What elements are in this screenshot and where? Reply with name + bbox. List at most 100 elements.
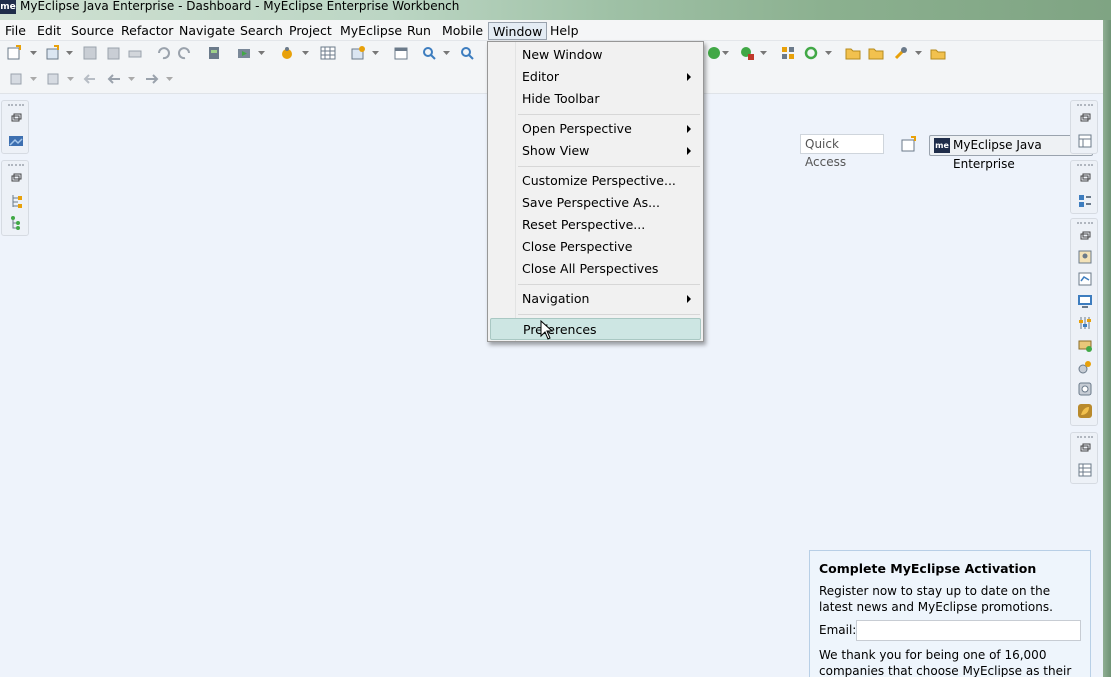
last-edit-icon[interactable] [82,71,98,87]
drag-handle[interactable] [1077,164,1093,166]
restore-icon[interactable] [8,111,24,127]
chevron-down-icon[interactable] [825,51,832,56]
chevron-down-icon[interactable] [258,51,265,56]
menu-item-preferences[interactable]: Preferences [490,318,701,340]
print-icon[interactable] [127,45,143,61]
chevron-down-icon[interactable] [66,51,73,56]
chevron-down-icon[interactable] [372,51,379,56]
chevron-down-icon[interactable] [443,51,450,56]
menu-help[interactable]: Help [546,22,583,40]
drag-handle[interactable] [1077,222,1093,224]
close-icon[interactable] [1071,0,1085,4]
perspective-myeclipse-java-enterprise[interactable]: me MyEclipse Java Enterprise [929,135,1093,171]
hierarchy-icon[interactable] [8,215,24,231]
menu-item-open-perspective[interactable]: Open Perspective [490,118,701,140]
menu-item-new-window[interactable]: New Window [490,44,701,66]
menu-run[interactable]: Run [403,22,435,40]
menu-item-close-perspective[interactable]: Close Perspective [490,236,701,258]
chevron-down-icon[interactable] [302,51,309,56]
drag-handle[interactable] [1077,436,1093,438]
layout-view-icon[interactable] [1077,133,1093,149]
menu-myeclipse[interactable]: MyEclipse [336,22,406,40]
maximize-icon[interactable] [1036,0,1050,4]
menu-item-reset-perspective[interactable]: Reset Perspective... [490,214,701,236]
email-field[interactable] [856,620,1081,641]
restore-icon[interactable] [8,171,24,187]
server-icon[interactable] [236,45,252,61]
console-icon[interactable] [1077,293,1093,309]
package-explorer-icon[interactable] [8,193,24,209]
package-icon[interactable] [930,45,946,61]
servers-icon[interactable] [1077,337,1093,353]
annotation-prev-icon[interactable] [45,71,61,87]
properties-icon[interactable] [1077,315,1093,331]
restore-icon[interactable] [1077,441,1093,457]
save-icon[interactable] [82,45,98,61]
menu-item-editor[interactable]: Editor [490,66,701,88]
new-icon[interactable] [6,45,22,61]
image-view-icon[interactable] [8,133,24,149]
menu-source[interactable]: Source [67,22,118,40]
menu-navigate[interactable]: Navigate [175,22,239,40]
menu-file[interactable]: File [1,22,30,40]
menu-mobile[interactable]: Mobile [438,22,487,40]
menu-item-save-perspective-as[interactable]: Save Perspective As... [490,192,701,214]
folder-icon[interactable] [868,45,884,61]
deploy-icon[interactable] [206,45,222,61]
menu-item-close-all-perspectives[interactable]: Close All Perspectives [490,258,701,280]
redo-icon[interactable] [177,45,193,61]
run-server-icon[interactable] [739,45,755,61]
grid-icon[interactable] [320,45,336,61]
debug-icon[interactable] [279,45,295,61]
restore-icon[interactable] [1077,171,1093,187]
user-view-icon[interactable] [1077,249,1093,265]
drag-handle[interactable] [1077,104,1093,106]
data-source-icon[interactable] [1077,359,1093,375]
menu-item-customize-perspective[interactable]: Customize Perspective... [490,170,701,192]
chevron-down-icon[interactable] [760,51,767,56]
back-arrow-icon[interactable] [106,71,122,87]
chevron-down-icon[interactable] [915,51,922,56]
new-project-icon[interactable] [45,45,61,61]
minimize-icon[interactable] [1008,0,1022,4]
open-folder-icon[interactable] [845,45,861,61]
menu-refactor[interactable]: Refactor [117,22,177,40]
run-icon[interactable] [706,45,722,61]
new-class-icon[interactable] [350,45,366,61]
image-preview-icon[interactable] [1077,381,1093,397]
outline-icon[interactable] [1077,193,1093,209]
menu-separator [518,314,700,315]
table-view-icon[interactable] [1077,462,1093,478]
menu-edit[interactable]: Edit [33,22,65,40]
refresh-icon[interactable] [803,45,819,61]
annotation-icon[interactable] [8,71,24,87]
search-type-icon[interactable] [421,45,437,61]
menu-project[interactable]: Project [285,22,336,40]
restore-icon[interactable] [1077,229,1093,245]
chevron-down-icon[interactable] [67,77,74,82]
forward-arrow-icon[interactable] [144,71,160,87]
build-icon[interactable] [780,45,796,61]
snippets-icon[interactable] [1077,271,1093,287]
chevron-down-icon[interactable] [30,77,37,82]
chevron-down-icon[interactable] [722,51,729,56]
open-perspective-icon[interactable] [898,135,920,155]
drag-handle[interactable] [8,104,24,106]
search-icon[interactable] [459,45,475,61]
chevron-down-icon[interactable] [166,77,173,82]
palette-icon[interactable] [1077,403,1093,419]
chevron-down-icon[interactable] [128,77,135,82]
wrench-icon[interactable] [893,45,909,61]
menu-window[interactable]: Window [488,22,548,40]
undo-icon[interactable] [155,45,171,61]
menu-item-navigation[interactable]: Navigation [490,288,701,310]
drag-handle[interactable] [8,164,24,166]
menu-item-show-view[interactable]: Show View [490,140,701,162]
restore-icon[interactable] [1077,111,1093,127]
menu-item-hide-toolbar[interactable]: Hide Toolbar [490,88,701,110]
quick-access-input[interactable]: Quick Access [800,134,884,169]
calendar-icon[interactable] [393,45,409,61]
menu-search[interactable]: Search [236,22,287,40]
chevron-down-icon[interactable] [30,51,37,56]
save-all-icon[interactable] [105,45,121,61]
